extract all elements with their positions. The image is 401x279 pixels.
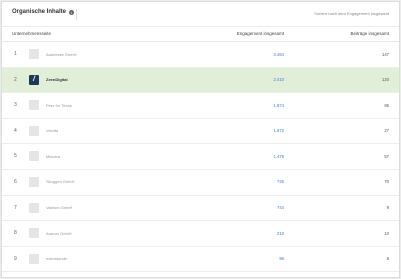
sort-dropdown[interactable]: Sortiert nach dem Engagement insgesamt (314, 11, 389, 16)
company-name[interactable]: Velotta (46, 128, 58, 133)
card-header: Organische Inhalte i Sortiert nach dem E… (2, 2, 399, 27)
company-logo (29, 100, 39, 111)
company-logo (29, 202, 39, 213)
posts-value: 9 (386, 205, 389, 211)
posts-value: 57 (384, 153, 389, 159)
rank-number: 5 (14, 153, 17, 160)
company-name[interactable]: Adanesse GmbH (46, 52, 76, 57)
column-header-posts[interactable]: Beiträge insgesamt (350, 31, 389, 36)
engagement-value: 1.874 (273, 102, 284, 108)
company-logo (29, 49, 39, 59)
rank-number: 1 (14, 51, 17, 57)
column-header-engagement[interactable]: Engagement insgesamt (237, 31, 284, 36)
table-row[interactable]: 5 Miscara 1.479 57 (2, 144, 399, 170)
company-name[interactable]: ZeenDigital (46, 77, 68, 82)
engagement-value: 2.410 (273, 77, 284, 83)
company-logo (29, 125, 39, 136)
posts-value: 147 (382, 51, 389, 57)
posts-value: 86 (384, 102, 389, 108)
company-logo (29, 151, 39, 162)
rank-number: 8 (14, 230, 17, 237)
posts-value: 70 (384, 179, 389, 185)
organic-content-card: Organische Inhalte i Sortiert nach dem E… (1, 1, 400, 278)
posts-value: 120 (382, 77, 389, 83)
engagement-value: 210 (277, 230, 284, 236)
rank-number: 3 (14, 102, 17, 109)
table-row[interactable]: 1 Adanesse GmbH 3.464 147 (2, 42, 399, 68)
table-row[interactable]: 3 Peer for Texas 1.874 86 (2, 93, 399, 119)
table-row[interactable]: 8 Aranon GmbH 210 10 (2, 221, 399, 247)
engagement-value: 96 (279, 256, 284, 262)
company-logo (29, 228, 39, 239)
info-icon[interactable]: i (69, 9, 75, 15)
table-row[interactable]: 4 Velotta 1.672 27 (2, 119, 399, 145)
posts-value: 27 (384, 128, 389, 134)
rank-number: 9 (14, 255, 17, 262)
table-row[interactable]: 6 Skuggen GmbH 746 70 (2, 170, 399, 196)
company-name[interactable]: Skuggen GmbH (46, 179, 74, 184)
table-row-highlighted[interactable]: 2 / ZeenDigital 2.410 120 (2, 67, 399, 94)
engagement-value: 744 (277, 205, 284, 211)
company-name[interactable]: Miscara (46, 154, 60, 159)
engagement-value: 3.464 (273, 51, 284, 57)
engagement-value: 1.672 (273, 128, 284, 134)
table-row[interactable]: 9 edenstunde 96 8 (2, 247, 399, 273)
rank-number: 6 (14, 178, 17, 185)
posts-value: 8 (386, 256, 389, 262)
card-title: Organische Inhalte (12, 9, 67, 15)
posts-value: 10 (384, 230, 389, 236)
company-name[interactable]: edenstunde (46, 256, 67, 261)
rank-number: 2 (14, 76, 17, 83)
zeendigital-logo-icon: / (29, 74, 39, 85)
rank-number: 4 (14, 127, 17, 134)
engagement-value: 746 (277, 179, 284, 185)
company-logo (29, 176, 39, 187)
company-name[interactable]: Vabrum GmbH (46, 205, 72, 210)
rank-number: 7 (14, 204, 17, 211)
table-body: 1 Adanesse GmbH 3.464 147 2 / ZeenDigita… (2, 42, 399, 273)
column-header-company[interactable]: Unternehmensseite (12, 31, 51, 36)
company-name[interactable]: Peer for Texas (46, 103, 72, 108)
company-name[interactable]: Aranon GmbH (46, 231, 72, 236)
header-divider (76, 9, 77, 20)
engagement-value: 1.479 (273, 153, 284, 159)
table-row[interactable]: 7 Vabrum GmbH 744 9 (2, 196, 399, 222)
table-header: Unternehmensseite Engagement insgesamt B… (2, 27, 399, 42)
company-logo (29, 253, 39, 264)
title-wrap: Organische Inhalte i (12, 9, 75, 15)
